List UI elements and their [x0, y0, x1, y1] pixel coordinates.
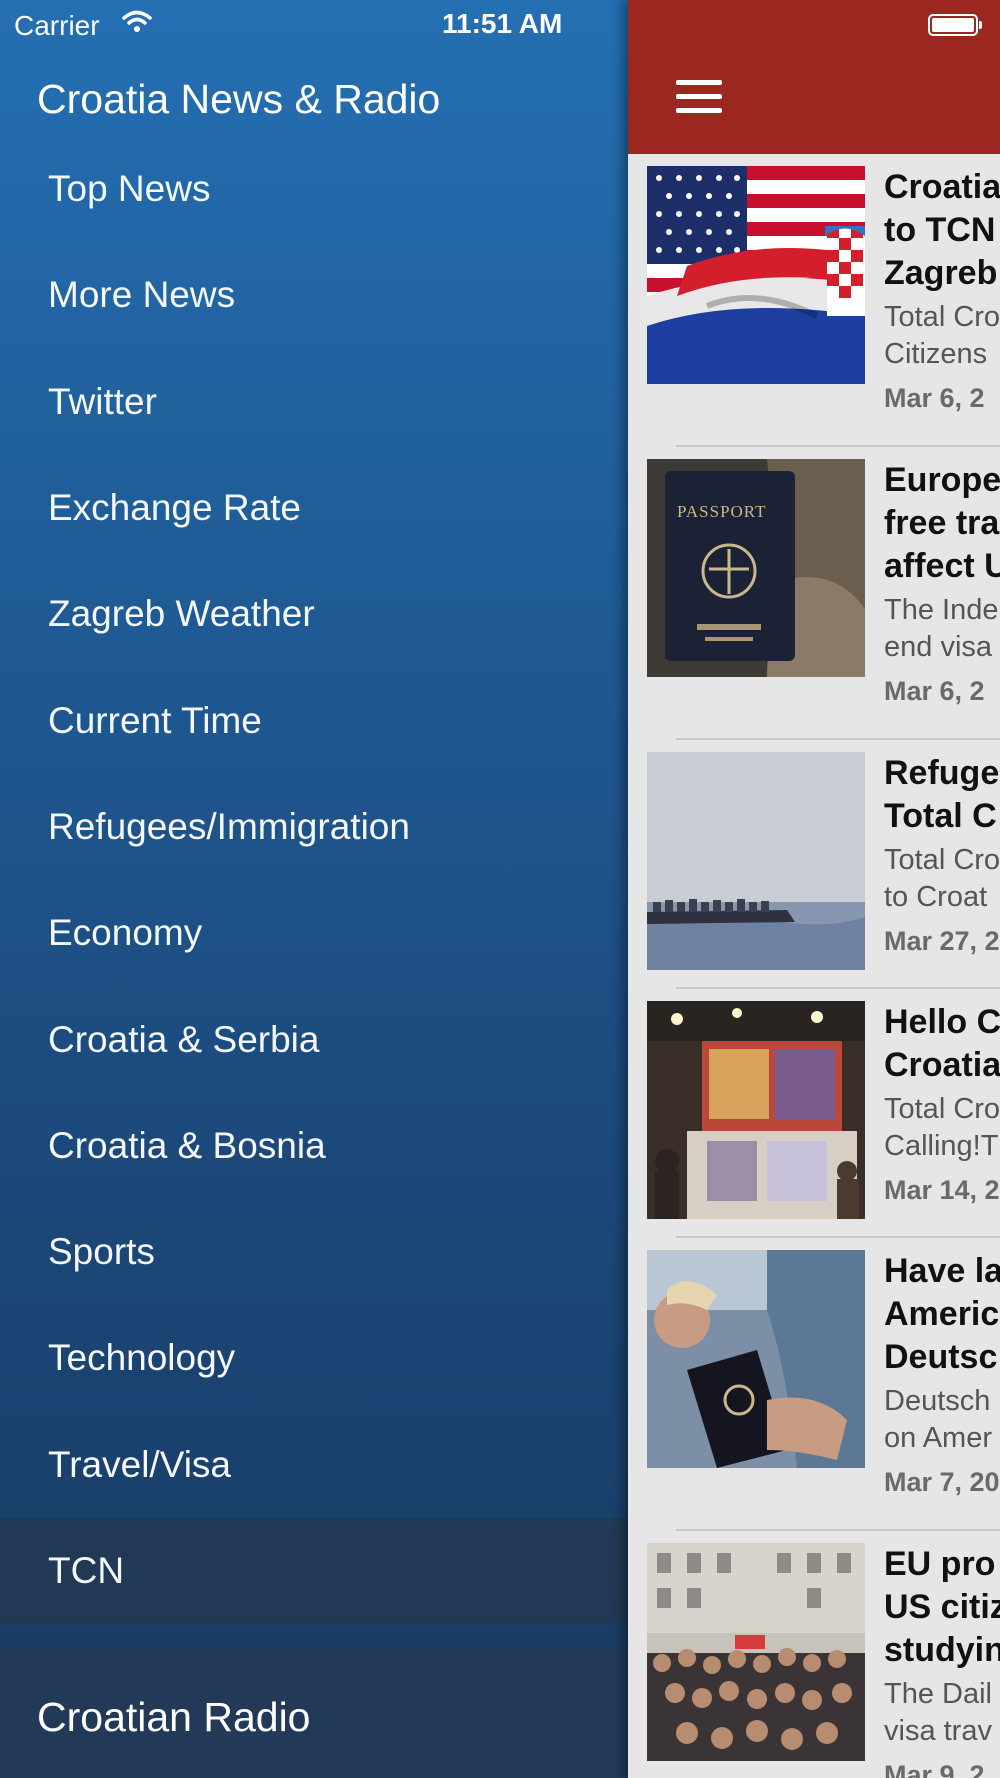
- article-headline: Croatia to TCN Zagreb: [884, 168, 1000, 292]
- article-date: Mar 9, 2: [884, 1760, 985, 1778]
- app-title: Croatia News & Radio: [37, 76, 441, 122]
- menu-item-croatia-bosnia[interactable]: Croatia & Bosnia: [0, 1093, 628, 1199]
- menu-item-twitter[interactable]: Twitter: [0, 349, 628, 455]
- article-thumbnail-boat: [647, 752, 865, 970]
- article-text: Have la Americ Deutsc Deutsch on Amer Ma…: [884, 1250, 1000, 1498]
- article-headline: Refuge Total C: [884, 754, 1000, 835]
- menu-item-travel-visa[interactable]: Travel/Visa: [0, 1412, 628, 1518]
- article-text: EU pro US citiz studyin The Dail visa tr…: [884, 1543, 1000, 1778]
- article-summary: The Inde end visa: [884, 594, 999, 663]
- status-bar: Carrier 11:51 AM: [0, 0, 628, 50]
- menu-item-exchange-rate[interactable]: Exchange Rate: [0, 455, 628, 561]
- article-text: Croatia to TCN Zagreb Total Cro Citizens…: [884, 166, 1000, 414]
- wifi-icon: [122, 8, 152, 40]
- side-menu: Carrier 11:51 AM Croatia News & Radio To…: [0, 0, 628, 1778]
- battery-tip-icon: [979, 21, 982, 29]
- radio-section-heading: Croatian Radio: [37, 1694, 311, 1740]
- menu-item-zagreb-weather[interactable]: Zagreb Weather: [0, 561, 628, 667]
- battery-icon: [928, 14, 978, 36]
- article-thumbnail-flags: [647, 166, 865, 384]
- news-article[interactable]: PASSPORT Europe free tra affect U The In…: [628, 447, 1000, 740]
- radio-section: Croatian Radio: [0, 1646, 628, 1778]
- article-summary: Total Cro Citizens: [884, 301, 1000, 370]
- news-article[interactable]: Have la Americ Deutsc Deutsch on Amer Ma…: [628, 1238, 1000, 1531]
- article-headline: Hello C Croatia: [884, 1003, 1000, 1084]
- article-text: Refuge Total C Total Cro to Croat Mar 27…: [884, 752, 1000, 957]
- article-thumbnail-crowd: [647, 1543, 865, 1761]
- menu-item-more-news[interactable]: More News: [0, 242, 628, 348]
- news-article[interactable]: EU pro US citiz studyin The Dail visa tr…: [628, 1531, 1000, 1778]
- menu-item-technology[interactable]: Technology: [0, 1305, 628, 1411]
- news-article[interactable]: Hello C Croatia Total Cro Calling!T Mar …: [628, 989, 1000, 1238]
- article-date: Mar 7, 20: [884, 1467, 1000, 1497]
- news-article[interactable]: Refuge Total C Total Cro to Croat Mar 27…: [628, 740, 1000, 989]
- article-thumbnail-passport-hand: [647, 1250, 865, 1468]
- article-date: Mar 14, 2: [884, 1175, 1000, 1205]
- status-time: 11:51 AM: [442, 8, 563, 39]
- article-date: Mar 6, 2: [884, 676, 985, 706]
- svg-text:PASSPORT: PASSPORT: [677, 502, 767, 521]
- main-content: Croatia to TCN Zagreb Total Cro Citizens…: [628, 0, 1000, 1778]
- article-date: Mar 6, 2: [884, 383, 985, 413]
- navigation-bar: [628, 0, 1000, 154]
- article-summary: Deutsch on Amer: [884, 1385, 992, 1454]
- article-date: Mar 27, 2: [884, 926, 1000, 956]
- menu-item-tcn[interactable]: TCN: [0, 1517, 628, 1625]
- article-text: Hello C Croatia Total Cro Calling!T Mar …: [884, 1001, 1000, 1206]
- menu-item-current-time[interactable]: Current Time: [0, 667, 628, 773]
- article-text: Europe free tra affect U The Inde end vi…: [884, 459, 1000, 707]
- article-summary: Total Cro to Croat: [884, 844, 1000, 913]
- news-article[interactable]: Croatia to TCN Zagreb Total Cro Citizens…: [628, 154, 1000, 447]
- article-thumbnail-passport: PASSPORT: [647, 459, 865, 677]
- menu-list: Top News More News Twitter Exchange Rate…: [0, 136, 628, 1625]
- article-headline: EU pro US citiz studyin: [884, 1545, 1000, 1669]
- menu-item-croatia-serbia[interactable]: Croatia & Serbia: [0, 986, 628, 1092]
- news-feed: Croatia to TCN Zagreb Total Cro Citizens…: [628, 154, 1000, 1778]
- article-headline: Have la Americ Deutsc: [884, 1252, 1000, 1376]
- carrier-label: Carrier: [14, 10, 100, 41]
- article-summary: The Dail visa trav: [884, 1678, 992, 1747]
- menu-item-refugees-immigration[interactable]: Refugees/Immigration: [0, 774, 628, 880]
- article-thumbnail-booth: [647, 1001, 865, 1219]
- article-summary: Total Cro Calling!T: [884, 1093, 1000, 1162]
- menu-item-top-news[interactable]: Top News: [0, 136, 628, 242]
- article-headline: Europe free tra affect U: [884, 461, 1000, 585]
- menu-item-economy[interactable]: Economy: [0, 880, 628, 986]
- menu-item-sports[interactable]: Sports: [0, 1199, 628, 1305]
- menu-toggle-icon[interactable]: [676, 80, 722, 120]
